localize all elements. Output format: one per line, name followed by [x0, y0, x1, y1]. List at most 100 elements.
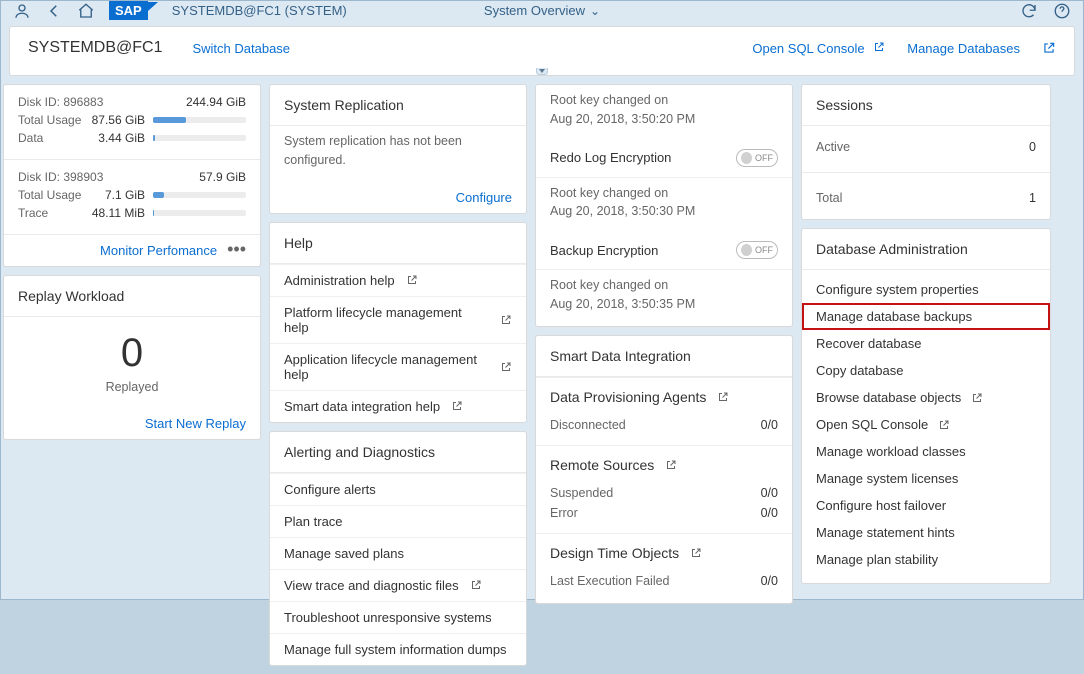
replay-label: Replayed [4, 380, 260, 408]
dpa-title: Data Provisioning Agents [550, 389, 706, 405]
external-link-icon [451, 400, 463, 412]
replication-title: System Replication [270, 85, 526, 126]
help-platform[interactable]: Platform lifecycle management help [270, 296, 526, 343]
usage-bar [153, 117, 246, 123]
external-link-icon[interactable] [1042, 41, 1056, 55]
admin-copy-db[interactable]: Copy database [802, 357, 1050, 384]
sap-logo: SAP [109, 1, 158, 20]
data-val: 3.44 GiB [88, 131, 153, 145]
backup-toggle[interactable]: OFF [736, 241, 778, 259]
usage-val: 7.1 GiB [88, 188, 153, 202]
rootkey-time2: Aug 20, 2018, 3:50:30 PM [550, 202, 778, 221]
alerting-card: Alerting and Diagnostics Configure alert… [269, 431, 527, 666]
replay-title: Replay Workload [4, 276, 260, 317]
configure-alerts[interactable]: Configure alerts [270, 473, 526, 505]
admin-recover-db[interactable]: Recover database [802, 330, 1050, 357]
replication-card: System Replication System replication ha… [269, 84, 527, 214]
trace-val: 48.11 MiB [88, 206, 153, 220]
rootkey-time3: Aug 20, 2018, 3:50:35 PM [550, 295, 778, 314]
suspended-label: Suspended [550, 486, 613, 500]
admin-workload-classes[interactable]: Manage workload classes [802, 438, 1050, 465]
external-link-icon [971, 392, 983, 404]
admin-system-licenses[interactable]: Manage system licenses [802, 465, 1050, 492]
error-label: Error [550, 506, 578, 520]
active-label: Active [816, 140, 850, 154]
disk-total: 244.94 GiB [186, 95, 246, 109]
encryption-card: Root key changed on Aug 20, 2018, 3:50:2… [535, 84, 793, 327]
back-icon[interactable] [45, 2, 63, 20]
user-icon[interactable] [13, 2, 31, 20]
start-replay-link[interactable]: Start New Replay [145, 416, 246, 431]
sessions-card: Sessions Active0 Total1 [801, 84, 1051, 220]
troubleshoot[interactable]: Troubleshoot unresponsive systems [270, 601, 526, 633]
external-link-icon [938, 419, 950, 431]
manage-saved-plans[interactable]: Manage saved plans [270, 537, 526, 569]
external-link-icon[interactable] [665, 459, 677, 471]
external-link-icon[interactable] [717, 391, 729, 403]
admin-open-sql[interactable]: Open SQL Console [802, 411, 1050, 438]
page-title-dropdown[interactable]: System Overview ⌄ [484, 3, 600, 18]
expand-indicator[interactable] [536, 68, 548, 75]
lastfail-val: 0/0 [761, 574, 778, 588]
disk-id: Disk ID: 896883 [18, 95, 186, 109]
disks-card: Disk ID: 896883244.94 GiB Total Usage87.… [3, 84, 261, 267]
rootkey-time1: Aug 20, 2018, 3:50:20 PM [550, 110, 778, 129]
external-link-icon [470, 579, 482, 591]
manage-dumps[interactable]: Manage full system information dumps [270, 633, 526, 665]
more-icon[interactable]: ••• [227, 246, 246, 256]
admin-statement-hints[interactable]: Manage statement hints [802, 519, 1050, 546]
total-val: 1 [1029, 191, 1036, 205]
error-val: 0/0 [761, 506, 778, 520]
refresh-icon[interactable] [1020, 2, 1038, 20]
trace-label: Trace [18, 206, 88, 220]
configure-replication-link[interactable]: Configure [456, 190, 512, 205]
admin-host-failover[interactable]: Configure host failover [802, 492, 1050, 519]
external-link-icon [500, 361, 512, 373]
disconnected-val: 0/0 [761, 418, 778, 432]
admin-plan-stability[interactable]: Manage plan stability [802, 546, 1050, 573]
home-icon[interactable] [77, 2, 95, 20]
disk-id: Disk ID: 398903 [18, 170, 199, 184]
admin-title: Database Administration [802, 229, 1050, 270]
usage-bar [153, 192, 246, 198]
replay-card: Replay Workload 0 Replayed Start New Rep… [3, 275, 261, 440]
help-title: Help [270, 223, 526, 264]
view-trace-files[interactable]: View trace and diagnostic files [270, 569, 526, 601]
external-link-icon[interactable] [690, 547, 702, 559]
disconnected-label: Disconnected [550, 418, 626, 432]
sdi-title: Smart Data Integration [536, 336, 792, 377]
open-sql-console-link[interactable]: Open SQL Console [752, 41, 885, 56]
help-sdi[interactable]: Smart data integration help [270, 390, 526, 422]
chevron-down-icon: ⌄ [590, 4, 600, 18]
suspended-val: 0/0 [761, 486, 778, 500]
remote-title: Remote Sources [550, 457, 654, 473]
switch-database-link[interactable]: Switch Database [192, 41, 290, 56]
backup-title: Backup Encryption [550, 243, 658, 258]
usage-label: Total Usage [18, 113, 88, 127]
redo-toggle[interactable]: OFF [736, 149, 778, 167]
external-link-icon [500, 314, 512, 326]
admin-manage-backups[interactable]: Manage database backups [802, 303, 1050, 330]
help-admin[interactable]: Administration help [270, 264, 526, 296]
help-icon[interactable] [1053, 2, 1071, 20]
rootkey-label: Root key changed on [550, 184, 778, 203]
redo-title: Redo Log Encryption [550, 150, 671, 165]
help-card: Help Administration help Platform lifecy… [269, 222, 527, 423]
total-label: Total [816, 191, 842, 205]
disk-total: 57.9 GiB [199, 170, 246, 184]
admin-browse-objects[interactable]: Browse database objects [802, 384, 1050, 411]
sdi-card: Smart Data Integration Data Provisioning… [535, 335, 793, 604]
breadcrumb: SYSTEMDB@FC1 (SYSTEM) [172, 3, 347, 18]
sessions-title: Sessions [802, 85, 1050, 126]
manage-databases-link[interactable]: Manage Databases [907, 41, 1020, 56]
plan-trace[interactable]: Plan trace [270, 505, 526, 537]
external-link-icon [406, 274, 418, 286]
db-name: SYSTEMDB@FC1 [28, 39, 162, 57]
data-label: Data [18, 131, 88, 145]
help-applifecycle[interactable]: Application lifecycle management help [270, 343, 526, 390]
rootkey-label: Root key changed on [550, 91, 778, 110]
alerting-title: Alerting and Diagnostics [270, 432, 526, 473]
top-bar: SAP SYSTEMDB@FC1 (SYSTEM) System Overvie… [1, 1, 1083, 20]
monitor-performance-link[interactable]: Monitor Perfomance [100, 243, 217, 258]
admin-configure-system[interactable]: Configure system properties [802, 276, 1050, 303]
